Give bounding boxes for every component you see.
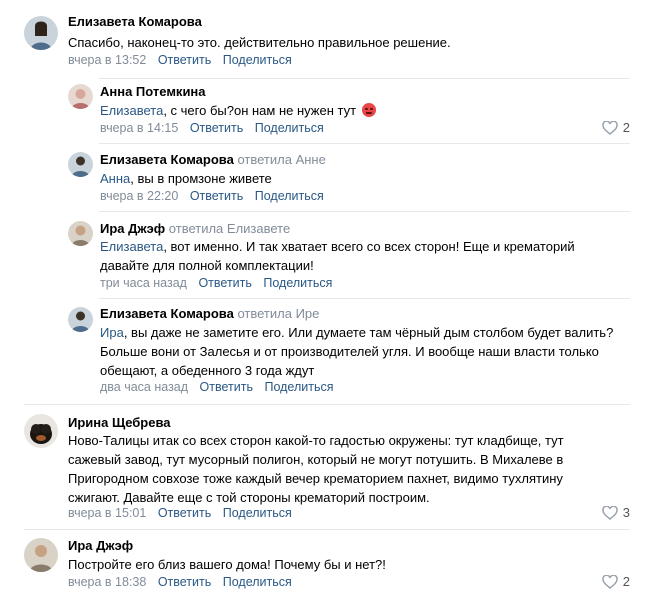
divider bbox=[99, 211, 630, 212]
comment-meta: вчера в 13:52 Ответить Поделиться bbox=[68, 53, 292, 67]
comment-body: , вот именно. И так хватает всего со все… bbox=[100, 239, 575, 273]
heart-outline-icon bbox=[601, 505, 618, 520]
author-link[interactable]: Елизавета Комарова bbox=[100, 306, 234, 321]
author-name: Елизавета Комарова ответила Анне bbox=[100, 152, 326, 167]
like-button[interactable]: 2 bbox=[601, 120, 630, 135]
share-button[interactable]: Поделиться bbox=[255, 189, 324, 203]
comment-meta: вчера в 14:15 Ответить Поделиться bbox=[100, 121, 324, 135]
comment-body: Постройте его близ вашего дома! Почему б… bbox=[68, 557, 386, 572]
timestamp[interactable]: вчера в 22:20 bbox=[100, 189, 178, 203]
reply-button[interactable]: Ответить bbox=[190, 121, 243, 135]
mention-link[interactable]: Елизавета bbox=[100, 103, 163, 118]
reply-button[interactable]: Ответить bbox=[158, 53, 211, 67]
comment-meta: вчера в 18:38 Ответить Поделиться bbox=[68, 575, 292, 589]
divider bbox=[24, 529, 630, 530]
avatar[interactable] bbox=[68, 307, 93, 332]
like-button[interactable]: 2 bbox=[601, 574, 630, 589]
author-link[interactable]: Ира Джэф bbox=[100, 221, 165, 236]
comment-body: Спасибо, наконец-то это. действительно п… bbox=[68, 35, 451, 50]
reply-button[interactable]: Ответить bbox=[158, 506, 211, 520]
share-button[interactable]: Поделиться bbox=[264, 380, 333, 394]
timestamp[interactable]: вчера в 13:52 bbox=[68, 53, 146, 67]
comment-text: Анна, вы в промзоне живете bbox=[100, 169, 620, 188]
share-button[interactable]: Поделиться bbox=[263, 276, 332, 290]
comment-text: Ново-Талицы итак со всех сторон какой-то… bbox=[68, 431, 593, 507]
reply-button[interactable]: Ответить bbox=[198, 276, 251, 290]
mention-link[interactable]: Анна bbox=[100, 171, 130, 186]
like-count: 3 bbox=[622, 505, 630, 520]
share-button[interactable]: Поделиться bbox=[223, 575, 292, 589]
reply-button[interactable]: Ответить bbox=[200, 380, 253, 394]
timestamp[interactable]: два часа назад bbox=[100, 380, 188, 394]
heart-outline-icon bbox=[601, 574, 618, 589]
heart-outline-icon bbox=[601, 120, 618, 135]
avatar[interactable] bbox=[24, 16, 58, 50]
divider bbox=[24, 404, 630, 405]
like-count: 2 bbox=[622, 574, 630, 589]
comment-meta: два часа назад Ответить Поделиться bbox=[100, 380, 334, 394]
avatar[interactable] bbox=[24, 414, 58, 448]
comment-text: Спасибо, наконец-то это. действительно п… bbox=[68, 33, 628, 52]
comment-meta: вчера в 22:20 Ответить Поделиться bbox=[100, 189, 324, 203]
like-count: 2 bbox=[622, 120, 630, 135]
reply-to-label[interactable]: ответила Ире bbox=[237, 306, 319, 321]
author-name[interactable]: Ирина Щебрева bbox=[68, 415, 171, 430]
share-button[interactable]: Поделиться bbox=[223, 53, 292, 67]
comment-text: Елизавета, вот именно. И так хватает все… bbox=[100, 237, 620, 275]
avatar[interactable] bbox=[24, 538, 58, 572]
reply-to-label[interactable]: ответила Елизавете bbox=[169, 221, 290, 236]
divider bbox=[99, 143, 630, 144]
comment-text: Ира, вы даже не заметите его. Или думает… bbox=[100, 323, 625, 380]
timestamp[interactable]: три часа назад bbox=[100, 276, 187, 290]
comment-text: Елизавета, с чего бы?он нам не нужен тут bbox=[100, 101, 620, 120]
timestamp[interactable]: вчера в 15:01 bbox=[68, 506, 146, 520]
author-name: Елизавета Комарова ответила Ире bbox=[100, 306, 319, 321]
author-name[interactable]: Анна Потемкина bbox=[100, 84, 206, 99]
comment-body: , вы в промзоне живете bbox=[130, 171, 272, 186]
comment-body: , вы даже не заметите его. Или думаете т… bbox=[100, 325, 614, 378]
divider bbox=[99, 78, 630, 79]
like-button[interactable]: 3 bbox=[601, 505, 630, 520]
mention-link[interactable]: Елизавета bbox=[100, 239, 163, 254]
mention-link[interactable]: Ира bbox=[100, 325, 124, 340]
share-button[interactable]: Поделиться bbox=[255, 121, 324, 135]
comment-meta: вчера в 15:01 Ответить Поделиться bbox=[68, 506, 292, 520]
reply-to-label[interactable]: ответила Анне bbox=[237, 152, 325, 167]
reply-button[interactable]: Ответить bbox=[158, 575, 211, 589]
comment-text: Постройте его близ вашего дома! Почему б… bbox=[68, 555, 593, 574]
share-button[interactable]: Поделиться bbox=[223, 506, 292, 520]
divider bbox=[99, 298, 630, 299]
avatar[interactable] bbox=[68, 152, 93, 177]
author-link[interactable]: Елизавета Комарова bbox=[100, 152, 234, 167]
comment-meta: три часа назад Ответить Поделиться bbox=[100, 276, 332, 290]
timestamp[interactable]: вчера в 14:15 bbox=[100, 121, 178, 135]
author-name[interactable]: Елизавета Комарова bbox=[68, 14, 202, 29]
angry-face-icon bbox=[361, 103, 376, 117]
author-name[interactable]: Ира Джэф bbox=[68, 538, 133, 553]
timestamp[interactable]: вчера в 18:38 bbox=[68, 575, 146, 589]
avatar[interactable] bbox=[68, 221, 93, 246]
avatar[interactable] bbox=[68, 84, 93, 109]
comment-body: Ново-Талицы итак со всех сторон какой-то… bbox=[68, 433, 564, 505]
comment-body: , с чего бы?он нам не нужен тут bbox=[163, 103, 357, 118]
author-name: Ира Джэф ответила Елизавете bbox=[100, 221, 290, 236]
reply-button[interactable]: Ответить bbox=[190, 189, 243, 203]
